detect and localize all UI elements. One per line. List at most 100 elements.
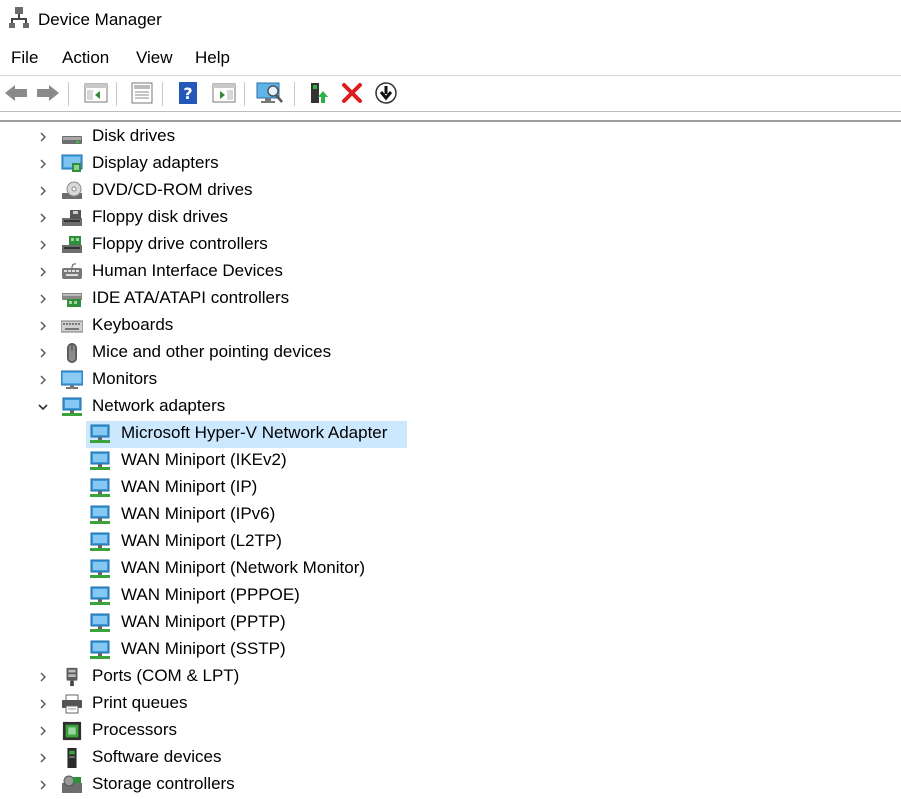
tree-item-label: Network adapters [92, 396, 226, 415]
tree-child-wan-miniport-ipv6[interactable]: WAN Miniport (IPv6) [0, 502, 901, 529]
software-device-icon [67, 748, 77, 768]
tree-item-monitors[interactable]: Monitors [0, 367, 901, 394]
tree-item-label: Mice and other pointing devices [92, 342, 332, 361]
tree-item-display-adapters[interactable]: Display adapters [0, 151, 901, 178]
tree-item-dvd-cdrom-drives[interactable]: DVD/CD-ROM drives [0, 178, 901, 205]
chevron-right-icon[interactable] [36, 238, 50, 252]
tree-item-label: WAN Miniport (IKEv2) [121, 450, 287, 469]
tree-item-label: Print queues [92, 693, 188, 712]
chevron-right-icon[interactable] [36, 778, 50, 792]
tree-item-label: Floppy drive controllers [92, 234, 268, 253]
network-adapter-icon [90, 424, 110, 443]
tree-item-ports-com-lpt[interactable]: Ports (COM & LPT) [0, 664, 901, 691]
tree-item-floppy-disk-drives[interactable]: Floppy disk drives [0, 205, 901, 232]
toolbar-separator [68, 82, 69, 106]
chevron-down-icon[interactable] [36, 400, 50, 414]
tree-child-wan-miniport-sstp[interactable]: WAN Miniport (SSTP) [0, 637, 901, 664]
chevron-right-icon[interactable] [36, 184, 50, 198]
network-adapter-icon [90, 559, 110, 578]
tree-child-wan-miniport-l2tp[interactable]: WAN Miniport (L2TP) [0, 529, 901, 556]
tree-item-network-adapters[interactable]: Network adapters [0, 394, 901, 421]
uninstall-icon[interactable] [338, 79, 366, 107]
tree-item-label: Processors [92, 720, 178, 739]
help-icon[interactable]: ? [174, 79, 202, 107]
tree-item-label: WAN Miniport (SSTP) [121, 639, 286, 658]
update-driver-icon[interactable] [305, 79, 333, 107]
tree-child-wan-miniport-pppoe[interactable]: WAN Miniport (PPPOE) [0, 583, 901, 610]
tree-item-human-interface-devices[interactable]: Human Interface Devices [0, 259, 901, 286]
disable-device-icon[interactable] [372, 79, 400, 107]
chevron-right-icon[interactable] [36, 130, 50, 144]
menu-view[interactable]: View [136, 47, 173, 69]
tree-item-processors[interactable]: Processors [0, 718, 901, 745]
floppy-disk-icon [62, 210, 82, 226]
chevron-right-icon[interactable] [36, 265, 50, 279]
back-icon[interactable] [2, 79, 30, 107]
show-hide-console-tree-icon[interactable] [82, 79, 110, 107]
toolbar-separator [294, 82, 295, 106]
tree-item-label: Ports (COM & LPT) [92, 666, 240, 685]
scan-hardware-icon[interactable] [256, 79, 284, 107]
tree-item-label: IDE ATA/ATAPI controllers [92, 288, 290, 307]
network-adapter-icon [90, 640, 110, 659]
tree-item-label: Microsoft Hyper-V Network Adapter [121, 423, 388, 442]
tree-item-label: Human Interface Devices [92, 261, 283, 280]
tree-item-keyboards[interactable]: Keyboards [0, 313, 901, 340]
properties-icon[interactable] [128, 79, 156, 107]
tree-item-software-devices[interactable]: Software devices [0, 745, 901, 772]
chevron-right-icon[interactable] [36, 670, 50, 684]
tree-child-wan-miniport-pptp[interactable]: WAN Miniport (PPTP) [0, 610, 901, 637]
tree-child-wan-miniport-ikev2[interactable]: WAN Miniport (IKEv2) [0, 448, 901, 475]
tree-item-disk-drives[interactable]: Disk drives [0, 124, 901, 151]
show-hide-action-pane-icon[interactable] [210, 79, 238, 107]
menu-action[interactable]: Action [62, 47, 109, 69]
tree-item-label: Disk drives [92, 126, 176, 145]
chevron-right-icon[interactable] [36, 157, 50, 171]
tree-item-floppy-drive-controllers[interactable]: Floppy drive controllers [0, 232, 901, 259]
tree-item-label: WAN Miniport (Network Monitor) [121, 558, 366, 577]
network-adapter-icon [90, 505, 110, 524]
toolbar-separator [244, 82, 245, 106]
tree-item-mice-and-other-pointing-devices[interactable]: Mice and other pointing devices [0, 340, 901, 367]
menu-bar: File Action View Help [0, 47, 901, 73]
chevron-right-icon[interactable] [36, 724, 50, 738]
tree-child-microsoft-hyper-v-network-adapter[interactable]: Microsoft Hyper-V Network Adapter [0, 421, 901, 448]
display-adapter-icon [61, 154, 83, 172]
ide-controller-icon [62, 293, 82, 307]
toolbar-separator [162, 82, 163, 106]
hid-icon [62, 263, 82, 279]
tree-item-label: WAN Miniport (PPPOE) [121, 585, 300, 604]
window-title: Device Manager [38, 10, 162, 29]
floppy-controller-icon [62, 236, 82, 253]
chevron-right-icon[interactable] [36, 319, 50, 333]
svg-text:?: ? [183, 84, 192, 103]
tree-item-label: Display adapters [92, 153, 219, 172]
tree-item-label: Floppy disk drives [92, 207, 229, 226]
chevron-right-icon[interactable] [36, 292, 50, 306]
tree-item-storage-controllers[interactable]: Storage controllers [0, 772, 901, 799]
storage-controller-icon [62, 775, 82, 793]
forward-icon[interactable] [34, 79, 62, 107]
toolbar: ? [0, 77, 901, 111]
chevron-right-icon[interactable] [36, 373, 50, 387]
tree-item-label: Software devices [92, 747, 222, 766]
chevron-right-icon[interactable] [36, 751, 50, 765]
tree-child-wan-miniport-network-monitor[interactable]: WAN Miniport (Network Monitor) [0, 556, 901, 583]
chevron-right-icon[interactable] [36, 697, 50, 711]
tree-item-label: WAN Miniport (IP) [121, 477, 258, 496]
network-adapter-icon [90, 532, 110, 551]
toolbar-separator [116, 82, 117, 106]
disk-drive-icon [62, 136, 82, 144]
tree-child-wan-miniport-ip[interactable]: WAN Miniport (IP) [0, 475, 901, 502]
chevron-right-icon[interactable] [36, 211, 50, 225]
tree-item-label: Storage controllers [92, 774, 235, 793]
toolbar-divider [0, 111, 901, 112]
menu-file[interactable]: File [11, 47, 38, 69]
network-adapter-icon [62, 397, 82, 416]
menu-help[interactable]: Help [195, 47, 230, 69]
tree-item-ide-ata-atapi-controllers[interactable]: IDE ATA/ATAPI controllers [0, 286, 901, 313]
tree-item-print-queues[interactable]: Print queues [0, 691, 901, 718]
tree-top-border [0, 120, 901, 122]
device-manager-icon [9, 7, 29, 28]
chevron-right-icon[interactable] [36, 346, 50, 360]
